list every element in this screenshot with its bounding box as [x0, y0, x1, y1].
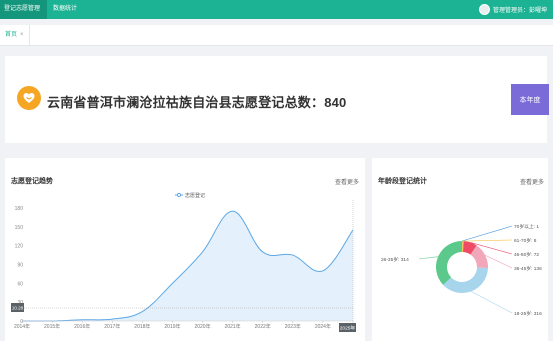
trend-area-fill: [22, 211, 353, 321]
trend-card: 志愿登记趋势 查看更多 03060901201501802014年2015年20…: [5, 158, 365, 341]
tab-home[interactable]: 首页 ×: [0, 25, 30, 46]
x-tick-label: 2014年: [14, 323, 30, 330]
user-menu[interactable]: 管理管理员：彭曜坤: [478, 0, 547, 19]
volunteer-heart-icon: [17, 86, 41, 110]
avatar[interactable]: [478, 4, 490, 15]
summary-card: 云南省普洱市澜沧拉祜族自治县志愿登记总数：840 本年度: [5, 56, 549, 143]
tab-bar: 首页 ×: [0, 25, 553, 46]
nav-item-statistics[interactable]: 数据统计: [49, 0, 89, 19]
y-tick-label: 120: [15, 244, 24, 250]
x-tick-label: 2022年: [255, 323, 271, 330]
y-tick-label: 180: [15, 206, 24, 212]
donut-label-line: [471, 291, 513, 314]
nav-item-registration-management[interactable]: 登记志愿管理: [0, 0, 47, 19]
x-tick-label: 2024年: [315, 323, 331, 330]
legend-swatch-dot: [176, 192, 182, 198]
registration-total-title: 云南省普洱市澜沧拉祜族自治县志愿登记总数：840: [47, 95, 347, 110]
donut-label-line: [418, 256, 439, 260]
user-label: 管理管理员：彭曜坤: [492, 8, 547, 14]
pointer-y-label: 10.28: [12, 306, 24, 311]
y-tick-label: 150: [15, 225, 24, 231]
x-tick-label: 2023年: [285, 323, 301, 330]
x-tick-label: 2018年: [134, 323, 150, 330]
donut-slice-label: 36-45岁: 136: [514, 265, 542, 272]
age-card: 年龄段登记统计 查看更多 70岁以上: 1 61-70岁: 8 46-60岁: 72…: [372, 158, 548, 341]
donut-slice-label: 26-35岁: 314: [381, 256, 409, 263]
donut-slice-label: 61-70岁: 8: [514, 237, 537, 244]
tab-home-label: 首页: [5, 32, 18, 38]
x-tick-label: 2020年: [194, 323, 210, 330]
donut-slice: [443, 267, 488, 293]
donut-slice-label: 18-25岁: 316: [514, 310, 542, 317]
x-tick-label: 2021年: [225, 323, 241, 330]
donut-slice-label: 70岁以上: 1: [514, 223, 539, 230]
x-tick-label: 2016年: [74, 323, 90, 330]
legend-label: 志愿登记: [185, 192, 205, 199]
x-tick-label: 2019年: [164, 323, 180, 330]
y-tick-label: 90: [17, 263, 23, 269]
y-tick-label: 60: [17, 281, 23, 287]
top-navigation-bar: 登记志愿管理 数据统计 管理管理员：彭曜坤: [0, 0, 553, 19]
trend-area-chart: 03060901201501802014年2015年2016年2017年2018…: [11, 192, 356, 332]
donut-slice: [436, 241, 462, 285]
current-year-button[interactable]: 本年度: [511, 84, 549, 115]
donut-slice-label: 46-60岁: 72: [514, 251, 539, 258]
donut-label-line: [485, 255, 513, 269]
close-icon[interactable]: ×: [20, 32, 24, 38]
donut-label-line: [462, 225, 513, 242]
age-donut-chart: 70岁以上: 1 61-70岁: 8 46-60岁: 72 36-45岁: 136 18…: [381, 223, 542, 317]
donut-label-line: [462, 239, 513, 242]
x-tick-label: 2015年: [44, 323, 60, 330]
pointer-x-label: 2025年: [340, 324, 356, 331]
legend: 志愿登记: [175, 192, 205, 199]
x-tick-label: 2017年: [104, 323, 120, 330]
